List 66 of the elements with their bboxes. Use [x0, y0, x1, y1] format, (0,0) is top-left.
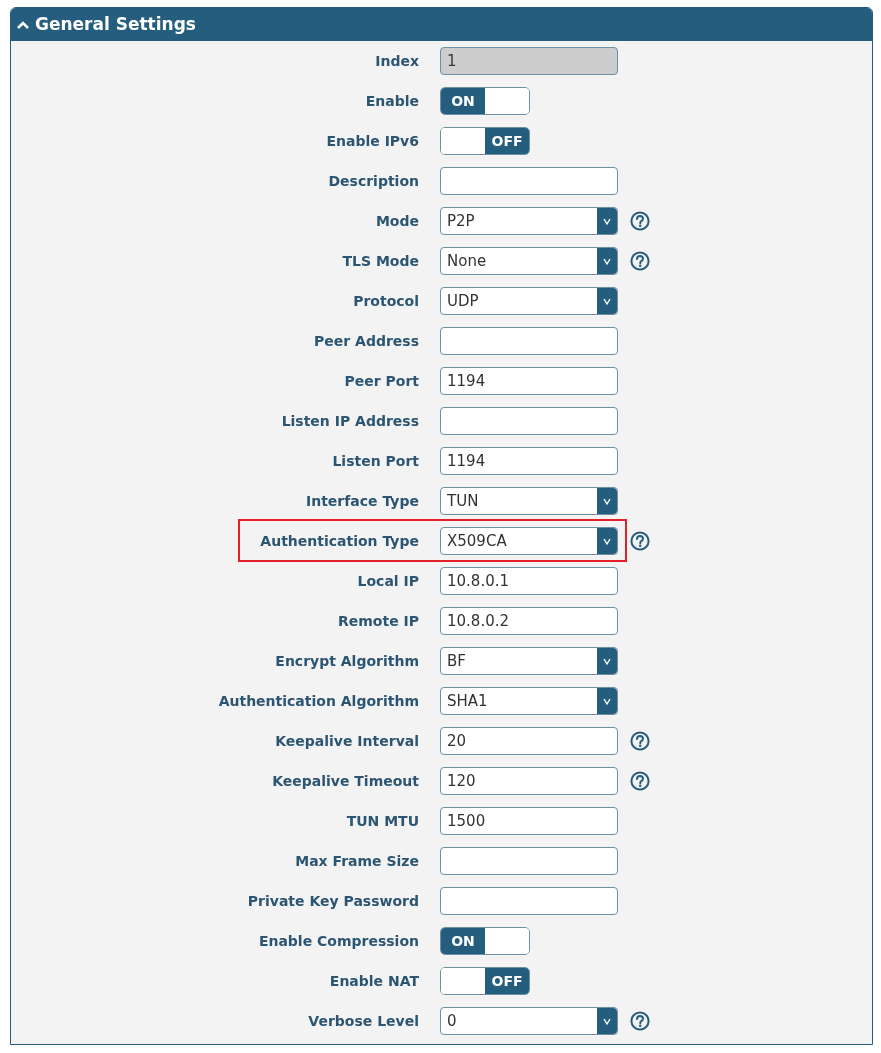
field-label: Protocol [352, 291, 419, 311]
text-field[interactable]: 1194 [440, 447, 618, 475]
caret-icon [597, 288, 617, 314]
caret-icon [597, 488, 617, 514]
on-off-toggle[interactable]: OFF [440, 967, 530, 995]
text-field[interactable]: 10.8.0.1 [440, 567, 618, 595]
field-label: Verbose Level [307, 1011, 419, 1031]
field-label: Listen Port [331, 451, 419, 471]
select-dropdown[interactable]: SHA1 [440, 687, 618, 715]
field-label: Enable NAT [328, 971, 419, 991]
field-label: Mode [374, 211, 419, 231]
field-label: Enable Compression [257, 931, 419, 951]
help-icon[interactable] [630, 731, 650, 751]
on-off-toggle[interactable]: ON [440, 87, 530, 115]
field-label: Remote IP [337, 611, 419, 631]
select-dropdown[interactable]: P2P [440, 207, 618, 235]
text-field[interactable]: 10.8.0.2 [440, 607, 618, 635]
text-field[interactable] [440, 327, 618, 355]
field-label: Description [327, 171, 419, 191]
caret-icon [597, 1008, 617, 1034]
help-icon[interactable] [630, 531, 650, 551]
select-dropdown[interactable]: UDP [440, 287, 618, 315]
field-label: Index [374, 51, 419, 71]
select-dropdown[interactable]: TUN [440, 487, 618, 515]
field-label: Enable [364, 91, 419, 111]
field-label: TLS Mode [341, 251, 419, 271]
caret-icon [597, 248, 617, 274]
panel-header[interactable]: General Settings [11, 8, 872, 41]
field-label: Authentication Algorithm [217, 691, 419, 711]
select-dropdown[interactable]: X509CA [440, 527, 618, 555]
field-label: Peer Port [343, 371, 419, 391]
text-field[interactable]: 1194 [440, 367, 618, 395]
help-icon[interactable] [630, 251, 650, 271]
help-icon[interactable] [630, 211, 650, 231]
field-label: Keepalive Interval [274, 731, 419, 751]
text-field[interactable]: 120 [440, 767, 618, 795]
chevron-up-icon [16, 19, 30, 30]
text-field[interactable]: 20 [440, 727, 618, 755]
caret-icon [597, 208, 617, 234]
field-label: TUN MTU [345, 811, 419, 831]
select-dropdown[interactable]: None [440, 247, 618, 275]
text-field[interactable] [440, 887, 618, 915]
text-field[interactable] [440, 407, 618, 435]
help-icon[interactable] [630, 771, 650, 791]
text-field[interactable] [440, 167, 618, 195]
caret-icon [597, 688, 617, 714]
select-dropdown[interactable]: BF [440, 647, 618, 675]
caret-icon [597, 528, 617, 554]
caret-icon [597, 648, 617, 674]
field-label: Listen IP Address [280, 411, 419, 431]
field-label: Authentication Type [259, 531, 419, 551]
panel-title: General Settings [35, 12, 196, 36]
field-label: Max Frame Size [294, 851, 419, 871]
help-icon[interactable] [630, 1011, 650, 1031]
text-field[interactable] [440, 847, 618, 875]
field-label: Keepalive Timeout [271, 771, 419, 791]
on-off-toggle[interactable]: ON [440, 927, 530, 955]
field-label: Peer Address [313, 331, 419, 351]
field-label: Local IP [356, 571, 419, 591]
select-dropdown[interactable]: 0 [440, 1007, 618, 1035]
field-label: Private Key Password [246, 891, 419, 911]
field-label: Interface Type [305, 491, 419, 511]
text-field[interactable]: 1500 [440, 807, 618, 835]
on-off-toggle[interactable]: OFF [440, 127, 530, 155]
field-label: Encrypt Algorithm [274, 651, 419, 671]
field-label: Enable IPv6 [325, 131, 419, 151]
